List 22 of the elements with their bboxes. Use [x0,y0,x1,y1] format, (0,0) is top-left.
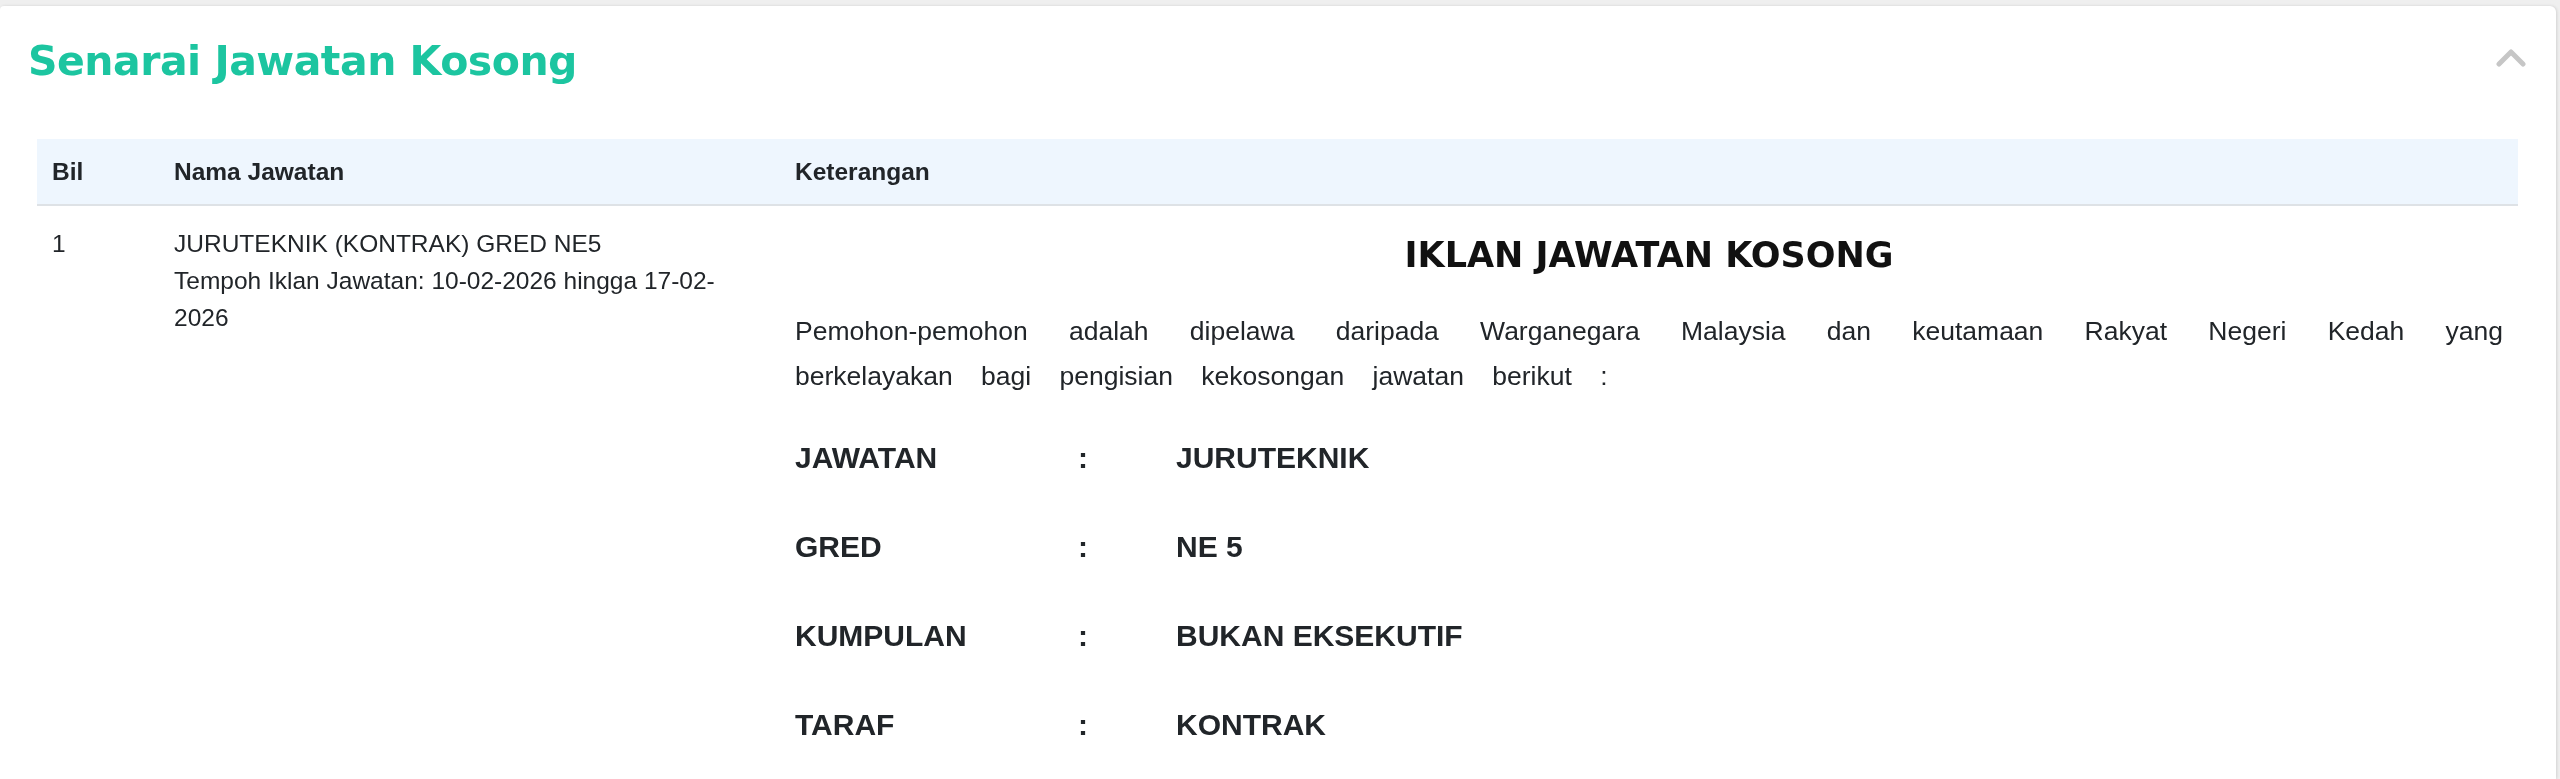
column-header: Bil [52,157,84,185]
advert-intro: Pemohon-pemohon adalah dipelawa daripada Warganegara Malaysia dan keutamaan Rakyat Negeri Kedah yang berkelayakan bagi pengisian kekosongan jawatan berikut : [795,315,2503,393]
field-value: BUKAN EKSEKUTIF [1176,619,1463,652]
field-value: JURUTEKNIK [1176,441,1370,474]
field-separator: : [1078,708,1088,741]
field-label: TARAF [795,708,895,741]
advert-period: Tempoh Iklan Jawatan: 10-02-2026 hingga 17-02-2026 [174,266,716,333]
panel-title: Senarai Jawatan Kosong [28,36,577,86]
field-value: NE 5 [1176,530,1243,563]
field-label: KUMPULAN [795,619,967,652]
field-label: GRED [795,530,882,563]
row-number: 1 [52,229,66,259]
column-header: Nama Jawatan [174,157,345,185]
field-value: KONTRAK [1176,708,1326,741]
column-header: Keterangan [795,157,930,185]
chevron-up-icon[interactable] [2496,47,2526,67]
advert-heading: IKLAN JAWATAN KOSONG [1404,235,1894,275]
field-separator: : [1078,619,1088,652]
job-title: JURUTEKNIK (KONTRAK) GRED NE5 [174,229,603,259]
field-label: JAWATAN [795,441,938,474]
field-separator: : [1078,530,1088,563]
field-separator: : [1078,441,1088,474]
